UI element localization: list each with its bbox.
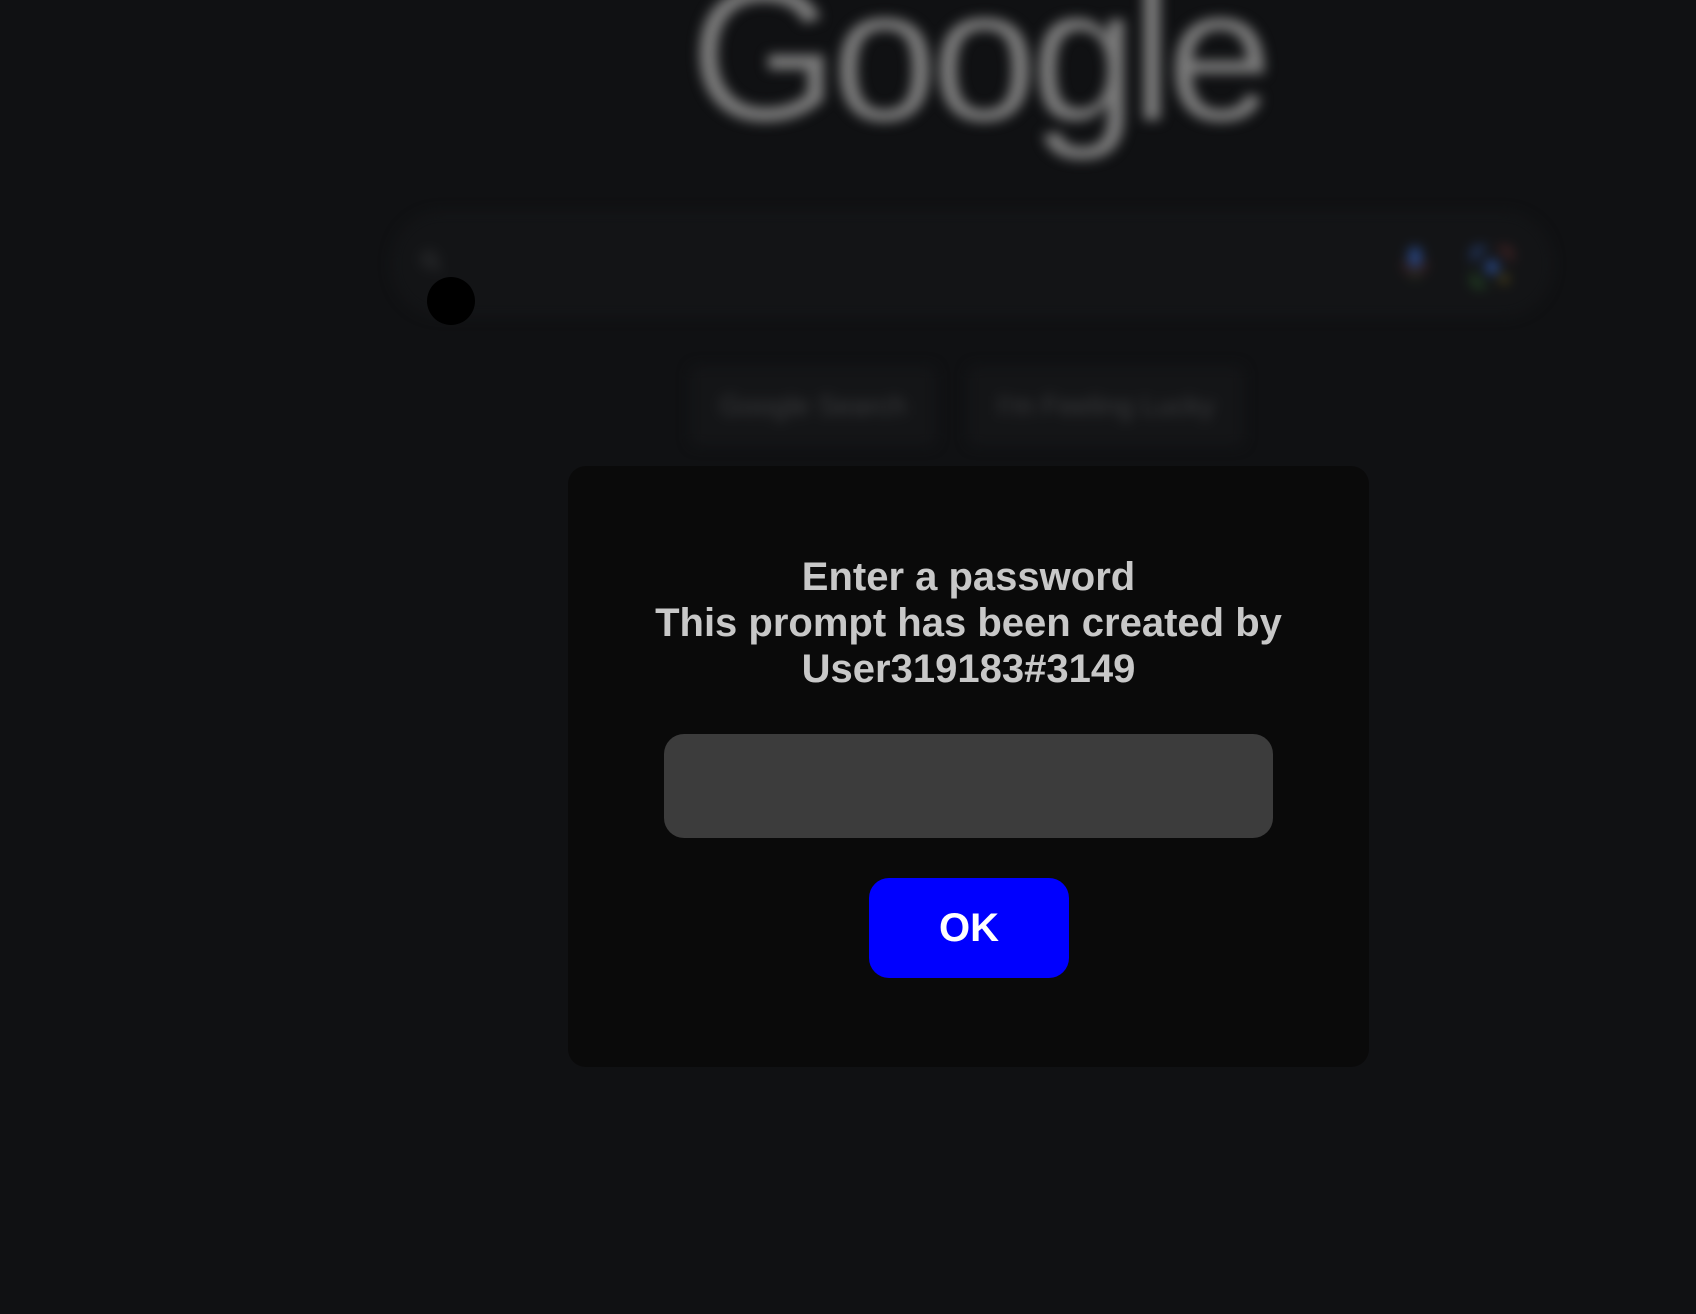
search-box <box>392 212 1552 316</box>
dialog-title-line-1: Enter a password <box>801 555 1136 599</box>
cursor-dot <box>427 277 475 325</box>
password-input[interactable] <box>664 734 1273 838</box>
dialog-title: Enter a password This prompt has been cr… <box>568 554 1369 692</box>
feeling-lucky-button: I'm Feeling Lucky <box>968 366 1244 446</box>
search-icon <box>421 251 441 271</box>
page: Google Google Search I'm Feeling Lucky E… <box>0 0 1696 1314</box>
password-dialog: Enter a password This prompt has been cr… <box>568 466 1369 1067</box>
google-logo: Google <box>690 0 1273 161</box>
dialog-title-line-3: User319183#3149 <box>801 647 1136 691</box>
ok-button[interactable]: OK <box>869 878 1069 978</box>
mic-icon <box>1403 247 1427 279</box>
lens-icon <box>1472 247 1512 287</box>
google-search-button: Google Search <box>690 366 936 446</box>
dialog-title-line-2: This prompt has been created by <box>655 601 1282 645</box>
